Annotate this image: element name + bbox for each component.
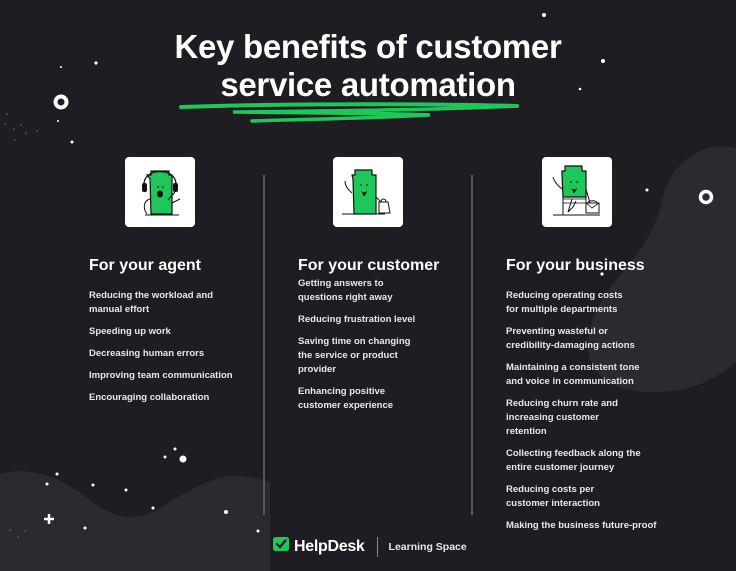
column-heading: For your customer [298,257,440,274]
list-item: Speeding up work [89,326,171,337]
benefit-list: Getting answers to questions right away … [298,277,448,413]
list-item: Saving time on changing the service or p… [298,336,411,375]
list-item: Making the business future-proof [506,520,657,531]
column-divider [263,175,265,515]
column-customer: For your customer Getting answers to que… [298,157,448,413]
list-item: Improving team communication [89,370,233,381]
learning-space-label[interactable]: Learning Space [389,541,467,553]
list-item: Reducing the workload and manual effort [89,290,214,315]
helpdesk-logo-icon [272,536,290,557]
column-business: For your business Reducing operating cos… [506,157,666,533]
list-item: Reducing frustration level [298,314,416,325]
list-item: Reducing churn rate and increasing custo… [506,398,618,437]
list-item: Maintaining a consistent tone and voice … [506,362,640,387]
list-item: Encouraging collaboration [89,392,210,403]
page-title: Key benefits of customer service automat… [0,28,736,104]
list-item: Enhancing positive customer experience [298,386,394,411]
benefit-list: Reducing operating costs for multiple de… [506,289,666,533]
footer-branding: HelpDesk Learning Space [272,536,467,557]
businessman-with-briefcase-icon [542,157,612,227]
customer-with-shopping-bag-icon [333,157,403,227]
helpdesk-brand[interactable]: HelpDesk [294,538,365,556]
list-item: Decreasing human errors [89,348,205,359]
column-divider [471,175,473,515]
green-scribble-underline [179,102,519,123]
list-item: Reducing costs per customer interaction [506,484,600,509]
list-item: Collecting feedback along the entire cus… [506,448,641,473]
footer-divider [376,536,378,557]
list-item: Preventing wasteful or credibility-damag… [506,326,635,351]
benefit-list: Reducing the workload and manual effort … [89,289,239,405]
column-heading: For your business [506,257,645,274]
bottom-wave-shape [0,471,270,571]
list-item: Getting answers to questions right away [298,278,393,303]
title-line-1: Key benefits of customer [174,28,562,65]
agent-with-headset-icon [125,157,195,227]
column-heading: For your agent [89,257,202,274]
title-line-2: service automation [220,66,516,103]
list-item: Reducing operating costs for multiple de… [506,290,623,315]
column-agent: For your agent Reducing the workload and… [89,157,239,405]
